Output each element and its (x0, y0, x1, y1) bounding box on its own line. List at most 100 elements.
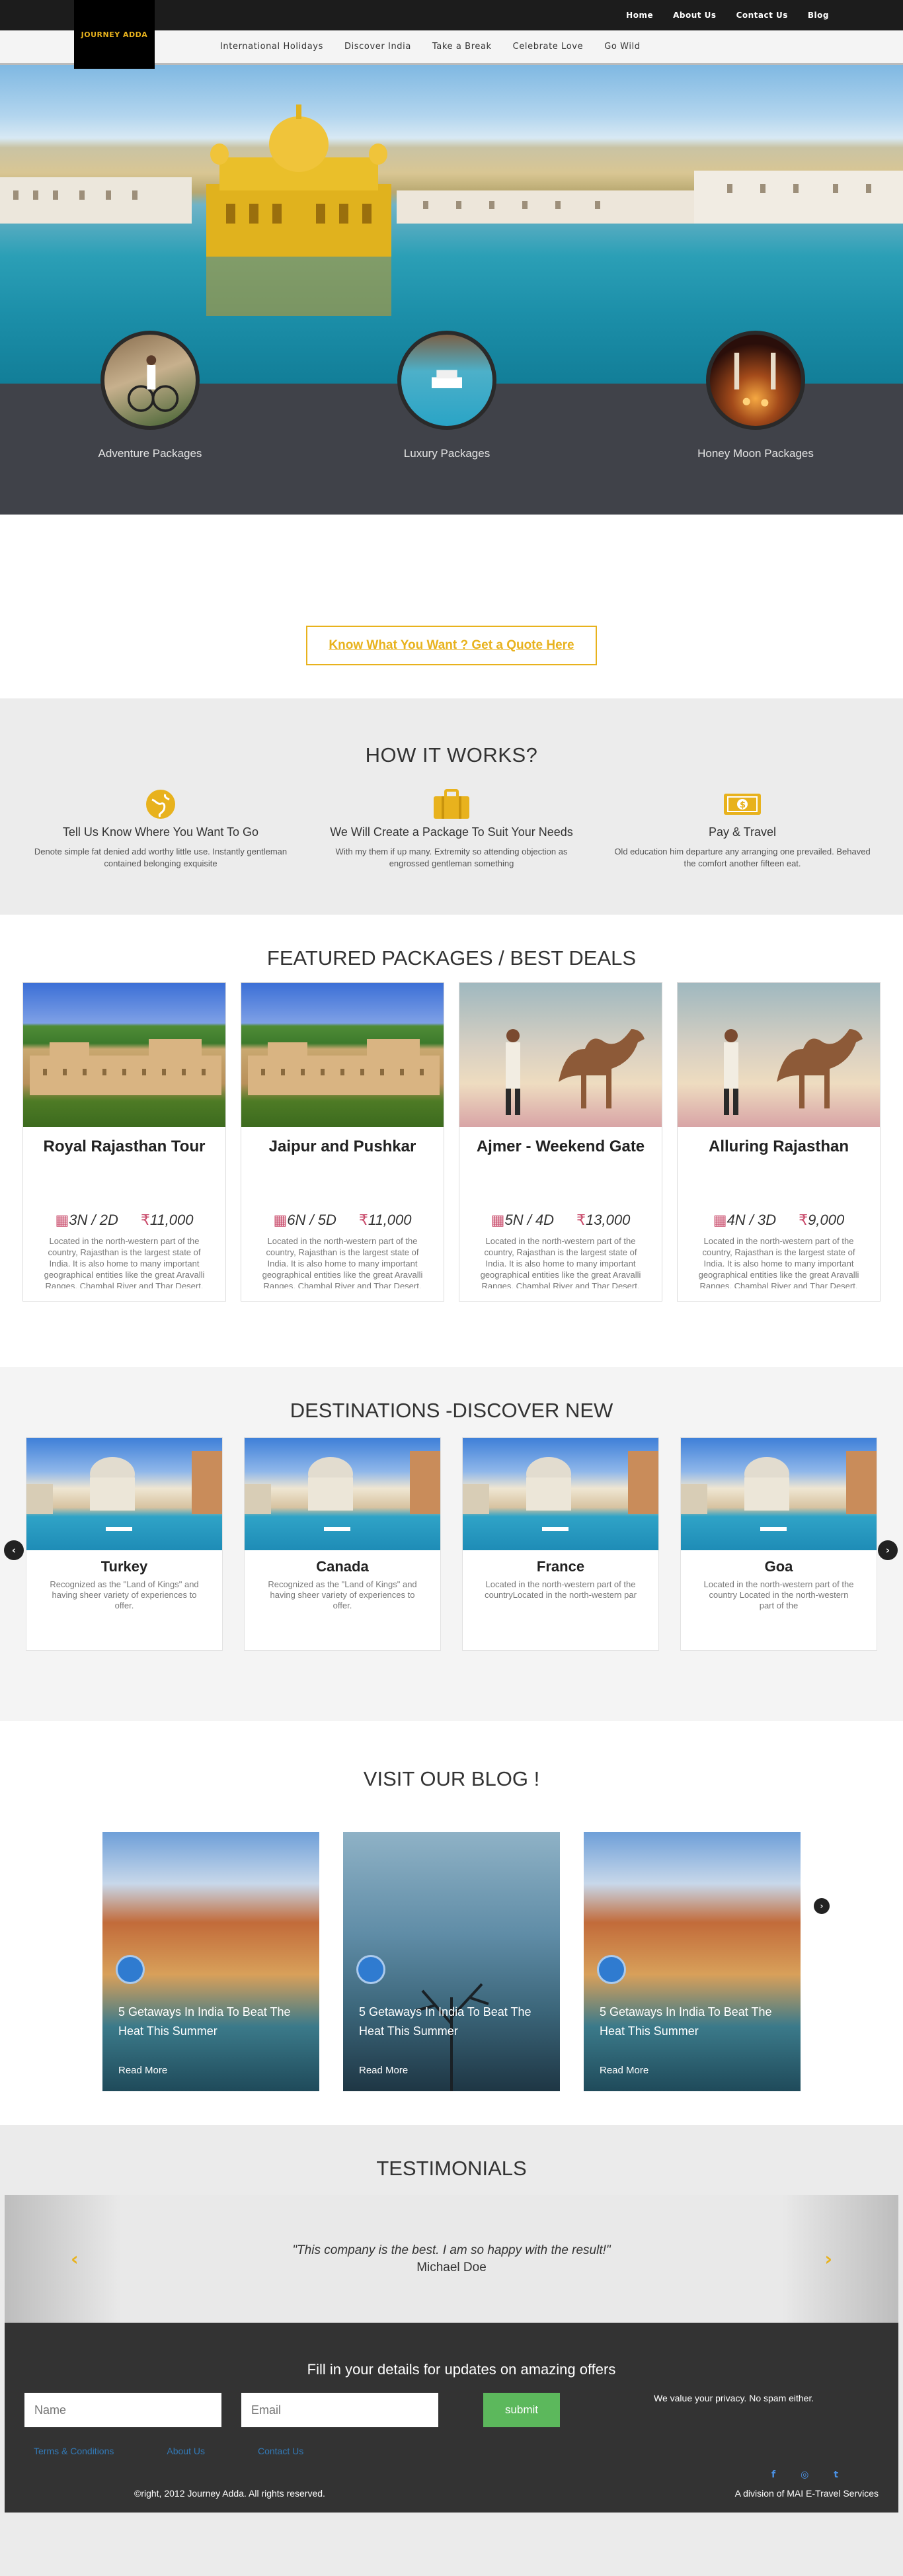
step-title: Tell Us Know Where You Want To Go (62, 825, 259, 839)
step-text: With my them if up many. Extremity so at… (335, 847, 568, 868)
card-text: Located in the north-western part of the… (480, 1236, 641, 1288)
nav-about-us[interactable]: About Us (673, 11, 716, 20)
step-text: Old education him departure any arrangin… (614, 847, 871, 868)
package-card[interactable]: Jaipur and Pushkar ▦6N / 5D ₹11,000 Locat… (241, 982, 444, 1302)
globe-icon (356, 1955, 385, 1984)
newsletter-heading: Fill in your details for updates on amaz… (307, 2361, 616, 2378)
package-card[interactable]: Alluring Rajasthan ▦4N / 3D ₹9,000 Locate… (677, 982, 881, 1302)
twitter-icon[interactable]: t (834, 2470, 838, 2480)
card-text: Located in the north-western part of the… (44, 1236, 205, 1288)
camel-image (459, 983, 662, 1127)
testimonial-author: Michael Doe (416, 2260, 487, 2274)
section-title: HOW IT WORKS? (365, 743, 538, 767)
blog-title: 5 Getaways In India To Beat The Heat Thi… (118, 2005, 291, 2038)
card-title: Goa (764, 1558, 793, 1575)
subnav-take-a-break[interactable]: Take a Break (432, 42, 492, 52)
blog-next-icon[interactable]: › (814, 1898, 830, 1914)
division-text: A division of MAI E-Travel Services (734, 2488, 879, 2499)
price: 9,000 (808, 1212, 845, 1228)
subnav-celebrate-love[interactable]: Celebrate Love (513, 42, 584, 52)
blog-card[interactable]: 5 Getaways In India To Beat The Heat Thi… (584, 1832, 801, 2091)
testimonial-prev-icon[interactable]: ‹ (71, 2248, 79, 2270)
how-step: We Will Create a Package To Suit Your Ne… (306, 787, 597, 870)
golden-temple-image (206, 104, 391, 316)
card-title: Royal Rajasthan Tour (43, 1138, 206, 1155)
globe-icon (597, 1955, 626, 1984)
subnav-international-holidays[interactable]: International Holidays (220, 42, 323, 52)
card-title: Ajmer - Weekend Gate (476, 1138, 645, 1155)
blog-title: 5 Getaways In India To Beat The Heat Thi… (359, 2005, 531, 2038)
instagram-icon[interactable]: ◎ (801, 2470, 808, 2480)
nav-contact-us[interactable]: Contact Us (736, 11, 788, 20)
testimonial-quote: "This company is the best. I am so happy… (292, 2243, 611, 2257)
testimonial-slider: ‹ "This company is the best. I am so hap… (5, 2195, 898, 2323)
subnav-go-wild[interactable]: Go Wild (604, 42, 640, 52)
name-input[interactable] (24, 2393, 221, 2427)
package-card[interactable]: Royal Rajasthan Tour ▦3N / 2D ₹11,000 Loc… (22, 982, 226, 1302)
card-title: France (536, 1558, 585, 1575)
card-text: Located in the north-western part of the… (485, 1579, 637, 1600)
price: 11,000 (368, 1212, 412, 1228)
package-luxury[interactable]: Luxury Packages (387, 331, 506, 460)
destination-card[interactable]: Goa Located in the north-western part of… (680, 1437, 877, 1651)
featured-packages-section: FEATURED PACKAGES / BEST DEALS Royal Raj… (0, 915, 903, 1367)
subnav-discover-india[interactable]: Discover India (344, 42, 411, 52)
fort-image (241, 983, 444, 1127)
rupee-icon: ₹ (799, 1212, 808, 1228)
step-title: We Will Create a Package To Suit Your Ne… (330, 825, 573, 839)
section-title: DESTINATIONS -DISCOVER NEW (290, 1399, 613, 1422)
money-icon: $ (724, 794, 761, 815)
destination-card[interactable]: Turkey Recognized as the "Land of Kings"… (26, 1437, 223, 1651)
blog-card[interactable]: 5 Getaways In India To Beat The Heat Thi… (343, 1832, 560, 2091)
section-title: TESTIMONIALS (376, 2157, 527, 2180)
card-text: Located in the north-western part of the… (703, 1579, 854, 1610)
carousel-next-icon[interactable]: › (878, 1540, 898, 1560)
blog-section: VISIT OUR BLOG ! 5 Getaways In India To … (0, 1721, 903, 2125)
how-step: $ Pay & Travel Old education him departu… (597, 787, 888, 870)
card-text: Located in the north-western part of the… (262, 1236, 423, 1288)
card-title: Turkey (100, 1558, 148, 1575)
nav-blog[interactable]: Blog (808, 11, 829, 20)
bottom-spacer (0, 2542, 903, 2576)
submit-button[interactable]: submit (483, 2393, 560, 2427)
terms-link[interactable]: Terms & Conditions (34, 2446, 114, 2456)
facebook-icon[interactable]: f (771, 2470, 775, 2480)
package-adventure[interactable]: Adventure Packages (91, 331, 210, 460)
destination-card[interactable]: France Located in the north-western part… (462, 1437, 659, 1651)
price: 11,000 (149, 1212, 194, 1228)
globe-icon (116, 1955, 145, 1984)
blog-title: 5 Getaways In India To Beat The Heat Thi… (600, 2005, 772, 2038)
section-title: FEATURED PACKAGES / BEST DEALS (266, 946, 637, 970)
duration: 5N / 4D (504, 1212, 555, 1228)
card-text: Located in the north-western part of the… (698, 1236, 859, 1288)
testimonial-next-icon[interactable]: › (824, 2248, 832, 2270)
carousel-prev-icon[interactable]: ‹ (4, 1540, 24, 1560)
package-honeymoon[interactable]: Honey Moon Packages (696, 331, 815, 460)
copyright-text: ©right, 2012 Journey Adda. All rights re… (134, 2488, 325, 2499)
duration: 6N / 5D (287, 1212, 336, 1228)
email-input[interactable] (241, 2393, 438, 2427)
blog-card[interactable]: 5 Getaways In India To Beat The Heat Thi… (102, 1832, 319, 2091)
venice-image (681, 1438, 877, 1550)
step-text: Denote simple fat denied add worthy litt… (34, 847, 288, 868)
get-quote-button[interactable]: Know What You Want ? Get a Quote Here (306, 626, 597, 665)
calendar-icon: ▦ (713, 1212, 727, 1228)
read-more-link[interactable]: Read More (118, 2065, 167, 2076)
nav-home[interactable]: Home (626, 11, 653, 20)
packages-band: Adventure Packages Luxury Packages Honey… (0, 331, 903, 515)
read-more-link[interactable]: Read More (359, 2065, 408, 2076)
calendar-icon: ▦ (55, 1212, 69, 1228)
read-more-link[interactable]: Read More (600, 2065, 648, 2076)
package-label: Luxury Packages (403, 447, 491, 460)
top-bar: JOURNEY ADDA Home About Us Contact Us Bl… (0, 0, 903, 69)
privacy-text: We value your privacy. No spam either. (654, 2393, 814, 2403)
destination-card[interactable]: Canada Recognized as the "Land of Kings"… (244, 1437, 441, 1651)
testimonial-box: ‹ "This company is the best. I am so hap… (5, 2195, 898, 2513)
package-card[interactable]: Ajmer - Weekend Gate ▦5N / 4D ₹13,000 Loc… (459, 982, 662, 1302)
venice-image (463, 1438, 658, 1550)
logo[interactable]: JOURNEY ADDA (74, 0, 155, 69)
adventure-image (100, 331, 200, 430)
about-link[interactable]: About Us (167, 2446, 205, 2456)
honeymoon-image (706, 331, 805, 430)
contact-link[interactable]: Contact Us (258, 2446, 303, 2456)
